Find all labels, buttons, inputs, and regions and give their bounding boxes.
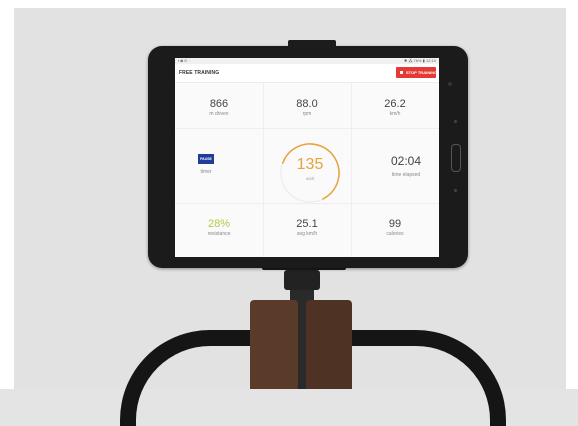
- stop-training-button[interactable]: STOP TRAINING: [396, 67, 438, 78]
- wood-frame-left: [250, 300, 298, 389]
- page-title: FREE TRAINING: [179, 70, 220, 76]
- app-bar: FREE TRAINING STOP TRAINING: [175, 64, 439, 83]
- speed-value: 26.2: [384, 98, 406, 110]
- metric-resistance: 28% resistance: [175, 218, 263, 238]
- photo-border-top: [0, 0, 578, 8]
- stop-icon: [400, 71, 403, 74]
- tablet-screen: ▪ ◙ ⊙ · ✱ ⁂ 76% ▮ 12:10 FREE TRAINING ST…: [175, 58, 439, 257]
- rpm-label: rpm: [302, 111, 312, 117]
- watt-label: watt: [305, 176, 315, 181]
- metric-meters: 866 m driven: [175, 98, 263, 118]
- calories-label: calories: [386, 231, 404, 237]
- tablet-clamp-top: [288, 40, 336, 49]
- photo-border-right: [566, 0, 578, 389]
- rpm-value: 88.0: [296, 98, 318, 110]
- back-key-icon: [454, 189, 457, 192]
- metric-avg-speed: 25.1 avg km/h: [263, 218, 351, 238]
- watt-value: 135: [296, 156, 324, 173]
- metric-speed: 26.2 km/h: [351, 98, 439, 118]
- mount-collar: [284, 270, 320, 290]
- resistance-value: 28%: [207, 218, 231, 230]
- metric-rpm: 88.0 rpm: [263, 98, 351, 118]
- timer-label: timer: [200, 169, 212, 175]
- sensor-icon: [454, 120, 457, 123]
- status-icons-right: ✱ ⁂ 76% ▮ 12:10: [403, 58, 436, 63]
- meters-label: m driven: [209, 111, 229, 117]
- time-elapsed-label: time elapsed: [391, 172, 421, 178]
- status-icons-left: ▪ ◙ ⊙ ·: [178, 58, 190, 63]
- resistance-label: resistance: [207, 231, 231, 237]
- home-button[interactable]: [451, 144, 461, 172]
- avg-speed-label: avg km/h: [296, 231, 318, 237]
- speed-label: km/h: [389, 111, 401, 117]
- time-elapsed-value: 02:04: [390, 154, 422, 168]
- camera-icon: [448, 82, 452, 86]
- wood-frame-right: [306, 300, 352, 389]
- calories-value: 99: [388, 218, 402, 230]
- grid-divider: [175, 128, 439, 129]
- meters-value: 866: [209, 98, 229, 110]
- avg-speed-value: 25.1: [296, 218, 318, 230]
- metric-calories: 99 calories: [351, 218, 439, 238]
- pause-button[interactable]: PAUSE: [198, 154, 214, 164]
- photo-border-left: [0, 0, 14, 389]
- stop-training-label: STOP TRAINING: [406, 70, 438, 75]
- tablet-device: ▪ ◙ ⊙ · ✱ ⁂ 76% ▮ 12:10 FREE TRAINING ST…: [148, 46, 468, 268]
